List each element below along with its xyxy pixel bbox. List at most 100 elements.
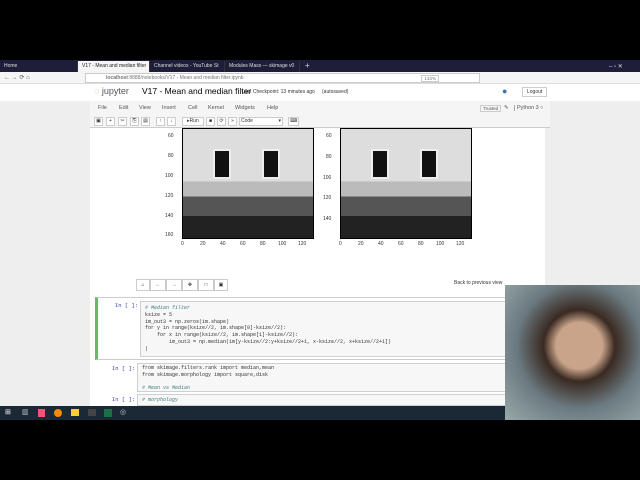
nav-buttons[interactable]: ← → ⟳ ⌂ (4, 74, 30, 81)
zoom-level[interactable]: 133% (421, 75, 439, 82)
y-tick: 160 (165, 232, 174, 238)
move-down-icon[interactable]: ↓ (167, 117, 176, 126)
app-icon[interactable] (38, 409, 45, 417)
x-tick: 40 (378, 241, 384, 247)
copy-icon[interactable]: ⎘ (130, 117, 139, 126)
x-tick: 100 (278, 241, 287, 247)
edit-pencil-icon[interactable]: ✎ (504, 105, 509, 111)
menu-view[interactable]: View (139, 105, 151, 111)
autosave-status: (autosaved) (322, 89, 349, 95)
x-tick: 100 (436, 241, 445, 247)
menu-cell[interactable]: Cell (188, 105, 197, 111)
code-cell-imports[interactable]: In [ ]: from skimage.filters.rank import… (95, 362, 540, 392)
logout-button[interactable]: Logout (522, 87, 548, 97)
cell-type-select[interactable]: Code ▾ (239, 117, 283, 126)
cut-icon[interactable]: ✂ (118, 117, 127, 126)
y-tick: 140 (323, 216, 332, 222)
address-bar-row: ← → ⟳ ⌂ localhost:8888/notebooks/V17 - M… (0, 72, 640, 84)
kernel-status-icon: ○ (540, 105, 544, 111)
task-view-icon[interactable]: ▥ (22, 408, 29, 416)
code-editor[interactable]: # morphology (137, 394, 540, 406)
keyboard-icon[interactable]: ⌨ (288, 117, 300, 126)
checkpoint-status: Last Checkpoint: 13 minutes ago (242, 89, 315, 95)
y-tick: 80 (168, 153, 174, 159)
x-tick: 40 (220, 241, 226, 247)
median-filtered-image (340, 128, 472, 239)
y-tick: 60 (326, 133, 332, 139)
python-logo-icon: ● (502, 86, 508, 96)
plot-toolbar: ⌂ ← → ✥ □ ▣ (136, 279, 228, 291)
x-tick: 120 (456, 241, 465, 247)
file-explorer-icon[interactable] (71, 409, 79, 416)
terminal-icon[interactable] (88, 409, 96, 416)
y-tick: 100 (165, 173, 174, 179)
x-tick: 80 (418, 241, 424, 247)
stop-icon[interactable]: ■ (206, 117, 215, 126)
x-tick: 0 (339, 241, 342, 247)
run-button[interactable]: ▸Run (182, 117, 204, 126)
x-tick: 120 (298, 241, 307, 247)
home-icon[interactable]: ⌂ (136, 279, 150, 291)
back-to-previous-view[interactable]: Back to previous view (454, 280, 502, 286)
excel-icon[interactable] (104, 409, 112, 417)
url-path: :8888/notebooks/V17 - Mean and median fi… (127, 75, 244, 81)
browser-tab-bar: Home V17 - Mean and median filter Channe… (0, 60, 640, 72)
trusted-badge[interactable]: Trusted (480, 105, 502, 112)
x-tick: 80 (260, 241, 266, 247)
y-tick: 120 (165, 193, 174, 199)
menu-kernel[interactable]: Kernel (208, 105, 224, 111)
y-tick: 60 (168, 133, 174, 139)
cell-prompt: In [ ]: (111, 396, 135, 403)
menu-edit[interactable]: Edit (119, 105, 128, 111)
restart-icon[interactable]: ⟳ (217, 117, 226, 126)
cell-prompt: In [ ]: (111, 365, 135, 372)
fast-forward-icon[interactable]: » (228, 117, 237, 126)
kernel-name[interactable]: Python 3 (514, 105, 539, 111)
new-tab-button[interactable]: + (301, 59, 314, 70)
forward-arrow-icon[interactable]: → (166, 279, 182, 291)
notebook-title[interactable]: V17 - Mean and median filter (142, 86, 251, 96)
save-icon[interactable]: ▣ (94, 117, 103, 126)
y-tick: 140 (165, 213, 174, 219)
code-editor[interactable]: # Median filter ksize = 5 im_out3 = np.z… (140, 301, 539, 357)
firefox-icon[interactable] (54, 409, 62, 417)
x-tick: 0 (181, 241, 184, 247)
x-tick: 60 (398, 241, 404, 247)
x-tick: 20 (200, 241, 206, 247)
code-cell-morphology[interactable]: In [ ]: # morphology (95, 394, 540, 406)
zoom-rect-icon[interactable]: □ (198, 279, 214, 291)
obs-icon[interactable]: ◎ (120, 408, 126, 416)
tab-notebook[interactable]: V17 - Mean and median filter (78, 61, 150, 72)
y-tick: 80 (326, 154, 332, 160)
menu-widgets[interactable]: Widgets (235, 105, 255, 111)
notebook-container: 60 80 100 120 140 160 60 80 100 120 140 … (90, 128, 545, 406)
x-tick: 20 (358, 241, 364, 247)
y-tick: 100 (323, 175, 332, 181)
url-host: localhost (106, 75, 128, 81)
y-tick: 120 (323, 195, 332, 201)
move-up-icon[interactable]: ↑ (156, 117, 165, 126)
tab-youtube[interactable]: Channel videos - YouTube St (150, 61, 225, 72)
tab-home[interactable]: Home (0, 61, 78, 72)
jupyter-logo[interactable]: ◌ jupyter (94, 86, 129, 96)
url-input[interactable]: localhost:8888/notebooks/V17 - Mean and … (85, 73, 480, 83)
save-figure-icon[interactable]: ▣ (214, 279, 228, 291)
cell-prompt: In [ ]: (114, 302, 138, 309)
tab-skimage[interactable]: Modules Mass — skimage v0 (225, 61, 300, 72)
x-tick: 60 (240, 241, 246, 247)
notebook-menubar: File Edit View Insert Cell Kernel Widget… (90, 101, 550, 128)
webcam-overlay (505, 285, 640, 420)
code-editor[interactable]: from skimage.filters.rank import median,… (137, 363, 540, 392)
jupyter-header: ◌ jupyter V17 - Mean and median filter L… (0, 84, 640, 101)
start-icon[interactable]: ⊞ (5, 408, 11, 416)
add-cell-icon[interactable]: + (106, 117, 115, 126)
menu-insert[interactable]: Insert (162, 105, 176, 111)
paste-icon[interactable]: ▤ (141, 117, 150, 126)
window-controls[interactable]: – ▫ ✕ (605, 61, 627, 72)
menu-file[interactable]: File (98, 105, 107, 111)
back-arrow-icon[interactable]: ← (150, 279, 166, 291)
pan-icon[interactable]: ✥ (182, 279, 198, 291)
menu-help[interactable]: Help (267, 105, 278, 111)
mean-filtered-image (182, 128, 314, 239)
code-cell-median[interactable]: In [ ]: # Median filter ksize = 5 im_out… (95, 297, 540, 360)
